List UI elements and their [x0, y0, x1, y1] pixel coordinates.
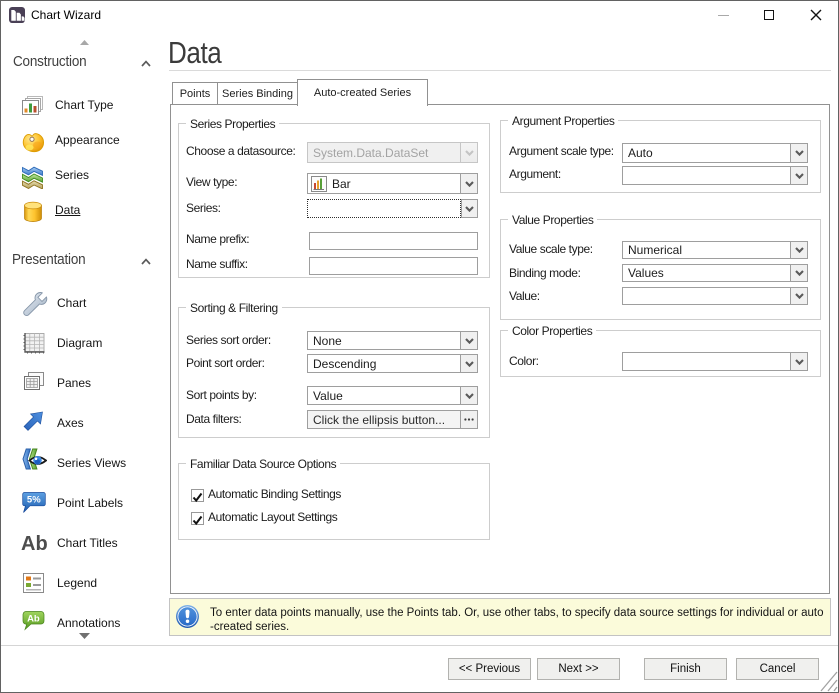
svg-text:5%: 5%	[27, 495, 41, 506]
svg-text:Ab: Ab	[21, 533, 47, 555]
svg-text:Ab: Ab	[27, 613, 40, 624]
